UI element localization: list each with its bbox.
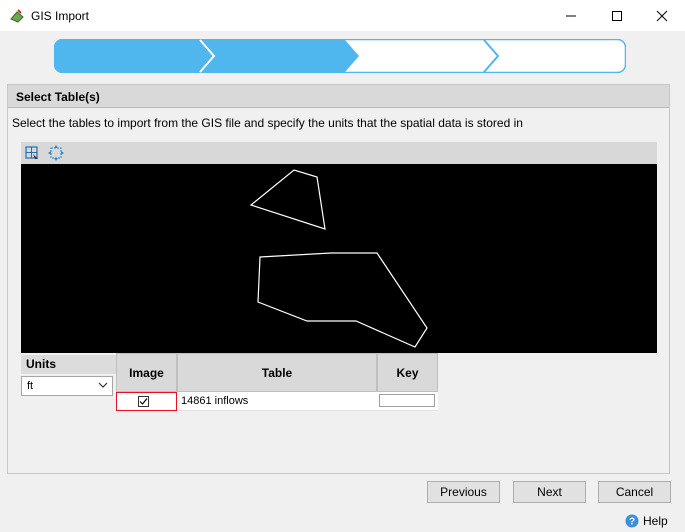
help-label: Help xyxy=(643,514,668,528)
units-dropdown[interactable]: ft xyxy=(21,376,113,396)
image-checkbox[interactable] xyxy=(138,396,149,407)
polygon-shape-1 xyxy=(249,169,326,230)
next-button[interactable]: Next xyxy=(513,481,586,503)
image-cell[interactable] xyxy=(116,392,177,411)
wizard-step-2 xyxy=(200,40,359,72)
panel-header: Select Table(s) xyxy=(8,85,669,108)
zoom-extents-icon[interactable] xyxy=(47,144,65,162)
column-header-image[interactable]: Image xyxy=(116,353,177,392)
gis-globe-icon xyxy=(10,9,24,23)
minimize-icon xyxy=(566,15,576,16)
help-link[interactable]: ? Help xyxy=(625,513,668,529)
maximize-button[interactable] xyxy=(594,0,640,31)
previous-button[interactable]: Previous xyxy=(427,481,500,503)
instructions-text: Select the tables to import from the GIS… xyxy=(12,116,523,130)
maximize-icon xyxy=(612,10,622,21)
key-input[interactable] xyxy=(379,394,435,407)
table-name: 14861 inflows xyxy=(181,395,249,407)
map-toolbar xyxy=(21,142,657,164)
units-label: Units xyxy=(21,355,116,374)
chevron-down-icon xyxy=(98,382,108,388)
table-name-cell[interactable]: 14861 inflows xyxy=(177,392,377,411)
checkmark-icon xyxy=(139,398,148,405)
column-header-key[interactable]: Key xyxy=(377,353,438,392)
title-bar: GIS Import xyxy=(0,0,685,31)
panel-title: Select Table(s) xyxy=(16,90,100,104)
close-icon xyxy=(656,10,668,21)
help-icon: ? xyxy=(625,514,639,528)
column-header-table[interactable]: Table xyxy=(177,353,377,392)
window-title: GIS Import xyxy=(31,9,90,23)
map-preview[interactable] xyxy=(21,164,657,353)
wizard-progress xyxy=(54,39,626,73)
minimize-button[interactable] xyxy=(548,0,594,31)
cancel-button[interactable]: Cancel xyxy=(598,481,671,503)
select-tables-panel: Select Table(s) Select the tables to imp… xyxy=(7,84,670,474)
tables-grid: Image Table Key 14861 inflows xyxy=(116,353,438,413)
polygon-shape-2 xyxy=(257,252,428,348)
svg-text:?: ? xyxy=(629,517,635,528)
zoom-window-icon[interactable] xyxy=(23,144,41,162)
close-button[interactable] xyxy=(639,0,685,31)
units-selected-value: ft xyxy=(27,380,34,392)
units-control: Units ft xyxy=(21,355,116,396)
key-cell[interactable] xyxy=(377,392,438,411)
wizard-step-1 xyxy=(55,40,214,72)
